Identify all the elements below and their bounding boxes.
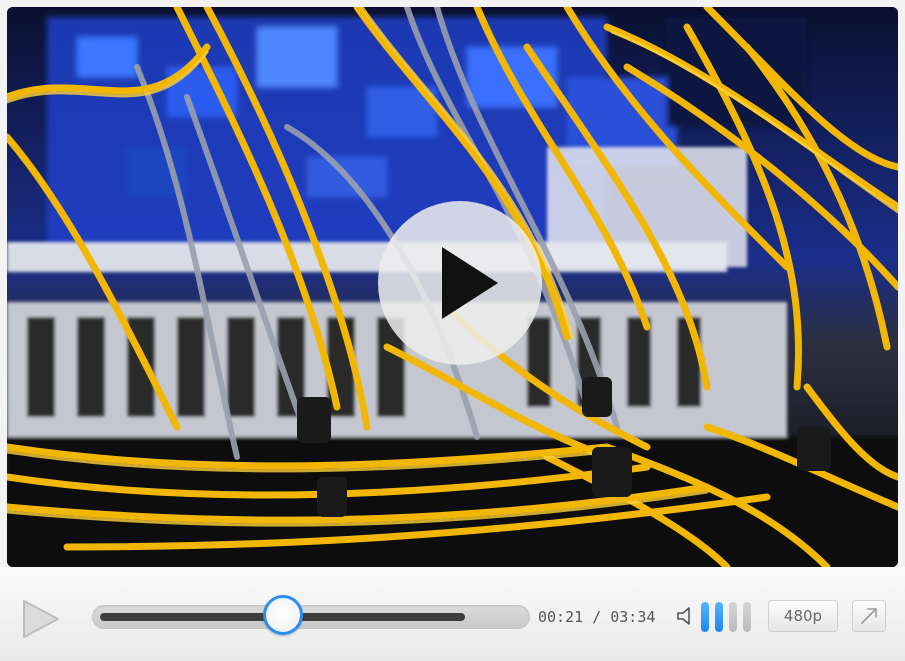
play-button[interactable] [18, 597, 62, 641]
volume-bar-1[interactable] [701, 602, 709, 632]
progress-knob[interactable] [263, 595, 303, 635]
control-bar: 00:21 / 03:34 480p [0, 567, 905, 661]
video-frame[interactable] [7, 7, 898, 567]
speaker-icon[interactable] [676, 605, 696, 627]
volume-bar-4[interactable] [743, 602, 751, 632]
volume-bar-2[interactable] [715, 602, 723, 632]
current-time: 00:21 [538, 608, 584, 626]
play-icon [23, 600, 59, 638]
fullscreen-button[interactable] [852, 600, 886, 632]
big-play-button[interactable] [378, 201, 542, 365]
quality-button[interactable]: 480p [768, 600, 838, 632]
progress-track[interactable] [92, 595, 530, 635]
volume-bar-3[interactable] [729, 602, 737, 632]
video-player: 00:21 / 03:34 480p [0, 0, 905, 661]
time-separator: / [583, 608, 611, 626]
duration: 03:34 [610, 608, 656, 626]
expand-icon [861, 608, 877, 624]
time-display: 00:21 / 03:34 [538, 608, 655, 626]
play-icon [442, 247, 498, 319]
